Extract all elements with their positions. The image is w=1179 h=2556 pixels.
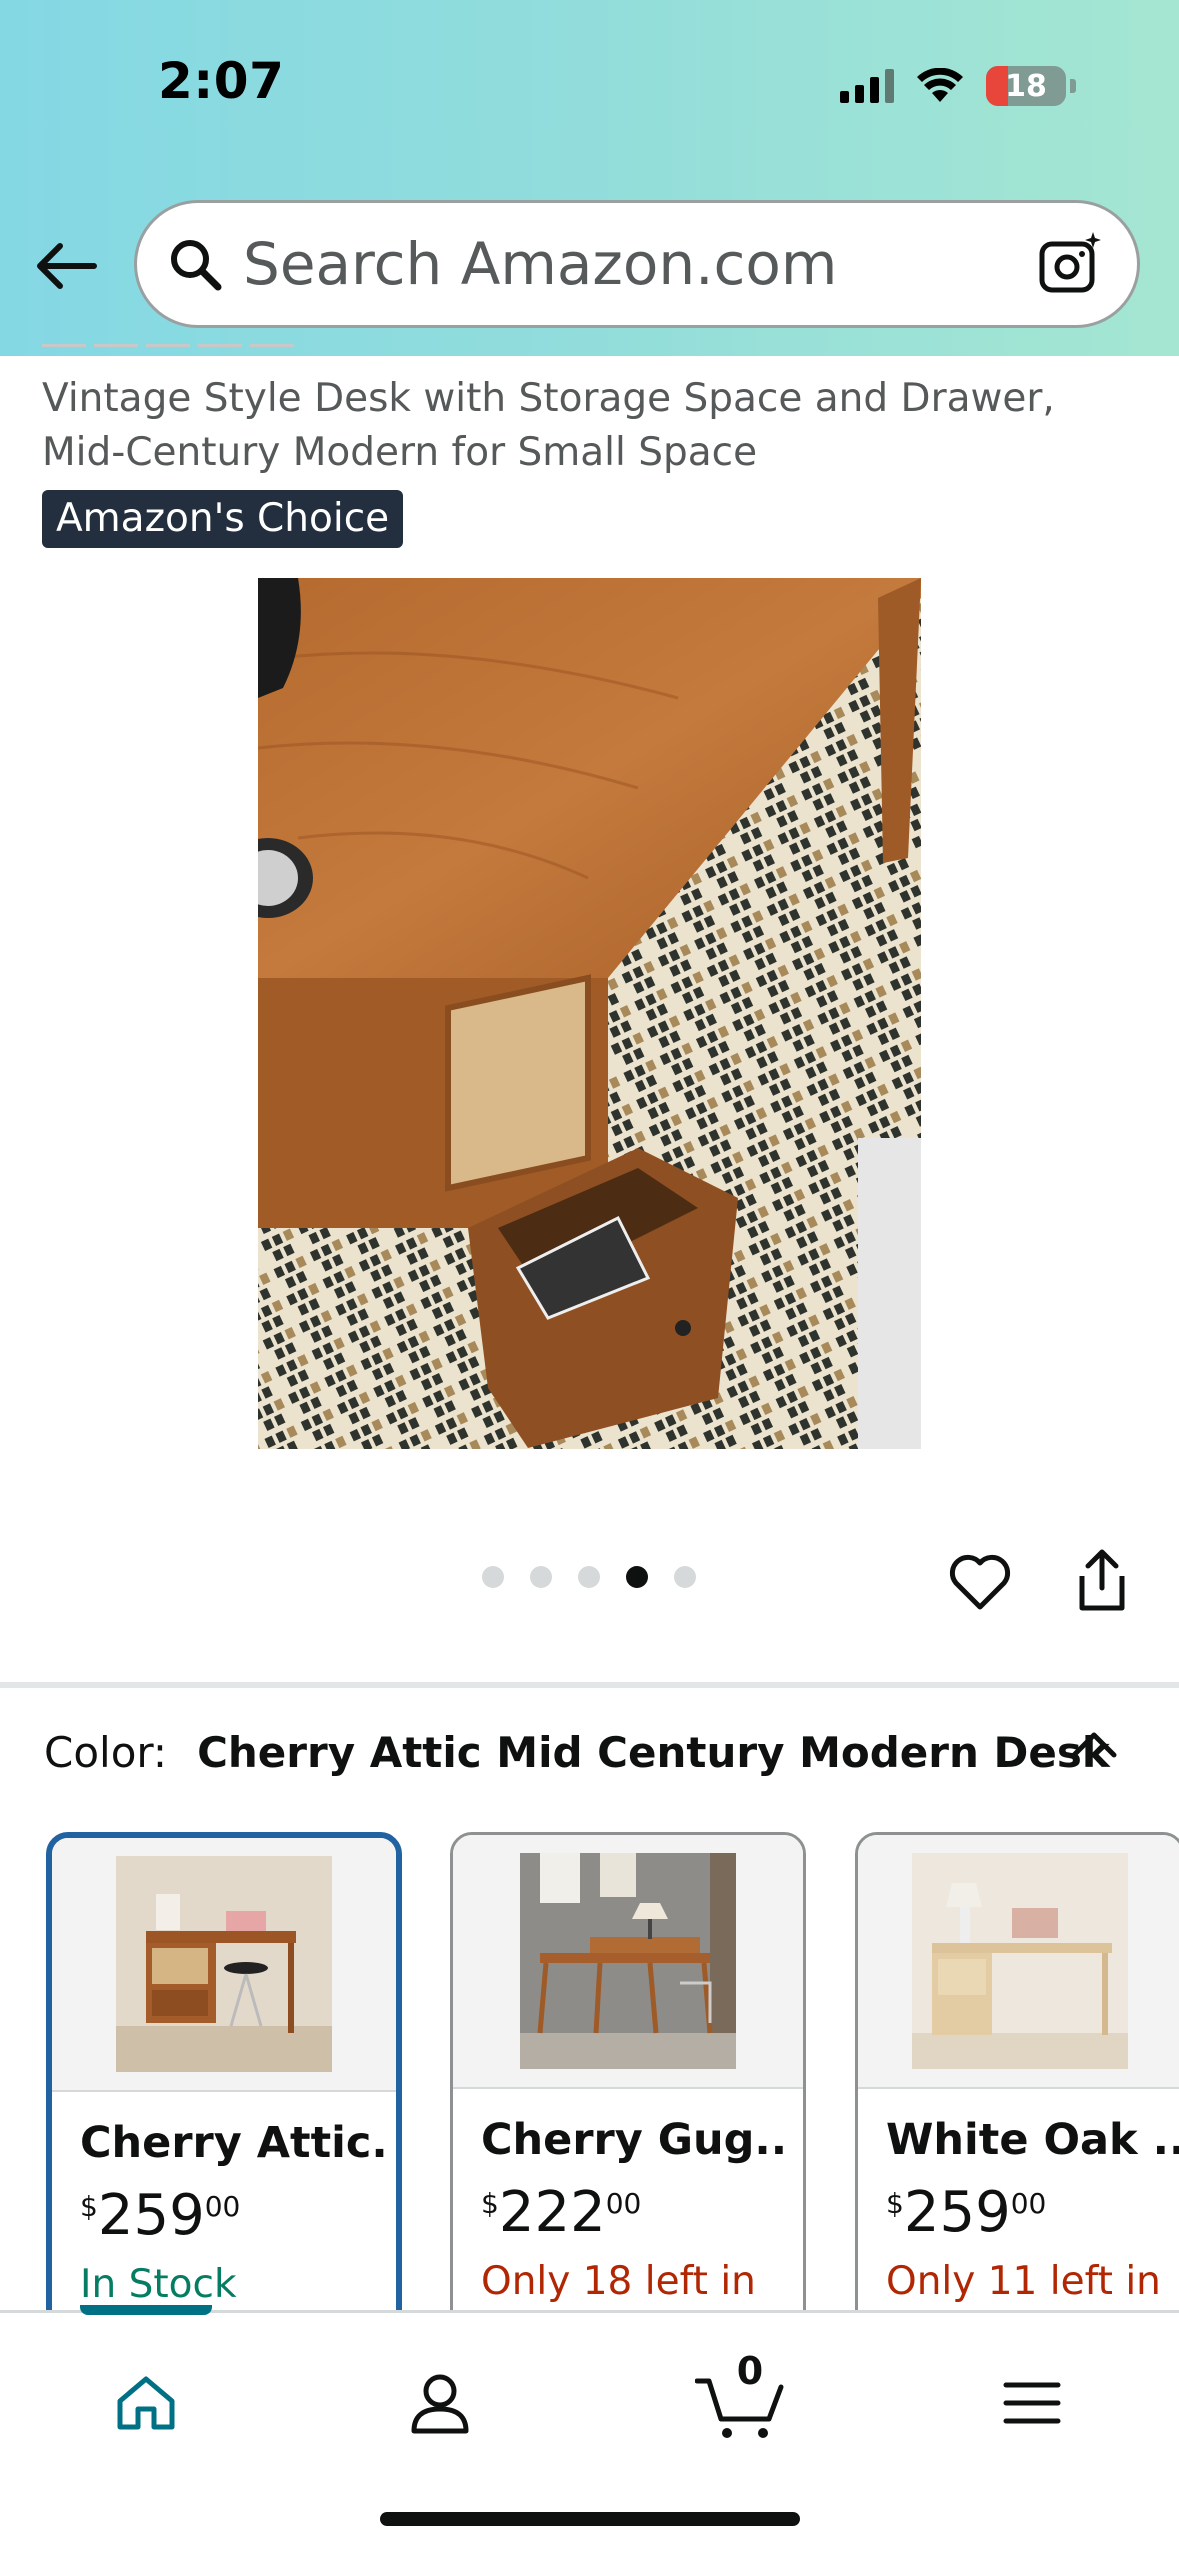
active-tab-indicator <box>80 2305 212 2315</box>
variation-price: $ 259 00 <box>886 2180 1047 2245</box>
variation-header: Color: Cherry Attic Mid Century Modern D… <box>44 1728 1110 1777</box>
variation-thumbnail <box>116 1856 332 2072</box>
status-time: 2:07 <box>158 52 285 110</box>
account-icon <box>411 2374 469 2434</box>
search-icon <box>165 234 225 294</box>
signal-icon <box>840 69 894 103</box>
header: 2:07 18 Search Amazon.com <box>0 0 1179 356</box>
rating-stars <box>42 344 294 354</box>
product-image[interactable] <box>258 578 921 1449</box>
section-divider <box>0 1682 1179 1688</box>
tab-cart[interactable]: 0 <box>690 2349 790 2453</box>
menu-icon <box>1003 2382 1061 2424</box>
amazons-choice-badge: Amazon's Choice <box>42 490 404 548</box>
carousel-dot[interactable] <box>674 1566 696 1588</box>
variation-availability: In Stock <box>80 2262 237 2307</box>
share-icon <box>1079 1549 1125 1611</box>
back-arrow-icon <box>37 243 97 289</box>
carousel-dot[interactable] <box>578 1566 600 1588</box>
status-icons: 18 <box>840 60 1076 112</box>
carousel-dot-active[interactable] <box>626 1566 648 1588</box>
add-to-list-button[interactable] <box>944 1546 1016 1618</box>
selected-color: Cherry Attic Mid Century Modern Desk <box>197 1728 1110 1777</box>
variation-title: White Oak ... <box>886 2115 1179 2165</box>
carousel-dot[interactable] <box>482 1566 504 1588</box>
variation-option-cherry-gug[interactable]: Cherry Gug... $ 222 00 Only 18 left in <box>450 1832 806 2352</box>
tab-menu[interactable] <box>982 2353 1082 2453</box>
heart-icon <box>949 1554 1011 1610</box>
cart-count: 0 <box>736 2349 764 2393</box>
image-carousel-dots[interactable] <box>482 1566 696 1588</box>
battery-tip <box>1070 79 1076 93</box>
variation-price: $ 259 00 <box>80 2183 241 2248</box>
product-title[interactable]: Vintage Style Desk with Storage Space an… <box>42 372 1122 480</box>
variation-thumbnail <box>912 1853 1128 2069</box>
share-button[interactable] <box>1066 1542 1138 1618</box>
variation-thumb-area <box>858 1835 1179 2089</box>
variation-thumb-area <box>52 1838 396 2092</box>
search-bar[interactable]: Search Amazon.com <box>134 200 1140 328</box>
tab-home[interactable] <box>96 2353 196 2453</box>
battery-level: 18 <box>1005 68 1047 104</box>
tab-account[interactable] <box>390 2353 490 2453</box>
home-indicator[interactable] <box>380 2512 800 2526</box>
variation-option-cherry-attic[interactable]: Cherry Attic... $ 259 00 In Stock <box>46 1832 402 2352</box>
search-input[interactable]: Search Amazon.com <box>243 230 1033 298</box>
variation-option-white-oak[interactable]: White Oak ... $ 259 00 Only 11 left in <box>855 1832 1179 2352</box>
carousel-dot[interactable] <box>530 1566 552 1588</box>
wifi-icon <box>917 68 963 102</box>
collapse-variations-button[interactable] <box>1066 1722 1122 1766</box>
back-button[interactable] <box>30 230 102 302</box>
variation-title: Cherry Gug... <box>481 2115 791 2165</box>
battery-icon: 18 <box>986 66 1066 106</box>
variation-availability: Only 11 left in <box>886 2259 1161 2304</box>
home-icon <box>117 2376 175 2430</box>
variation-thumb-area <box>453 1835 803 2089</box>
camera-search-icon[interactable] <box>1033 226 1109 302</box>
variation-price: $ 222 00 <box>481 2180 642 2245</box>
color-label: Color: <box>44 1728 168 1777</box>
variation-availability: Only 18 left in <box>481 2259 756 2304</box>
variation-thumbnail <box>520 1853 736 2069</box>
variation-title: Cherry Attic... <box>80 2118 390 2168</box>
chevron-up-icon <box>1071 1732 1117 1758</box>
